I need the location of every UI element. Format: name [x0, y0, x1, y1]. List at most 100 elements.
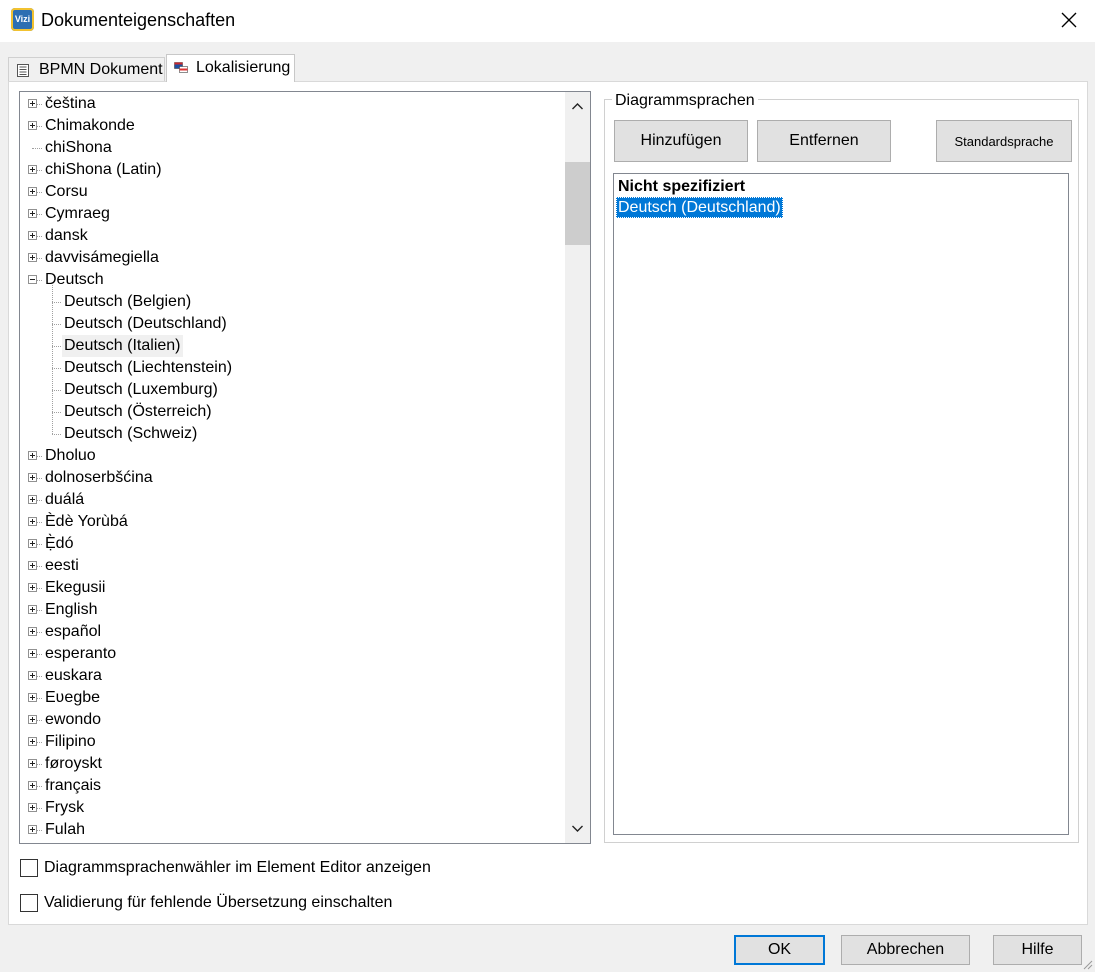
- tree-item-label: Chimakonde: [45, 117, 135, 134]
- tree-item[interactable]: Filipino: [20, 731, 560, 753]
- expand-plus-icon[interactable]: [28, 231, 37, 240]
- expand-plus-icon[interactable]: [28, 495, 37, 504]
- tree-child-item[interactable]: Deutsch (Liechtenstein): [20, 357, 560, 379]
- tree-connector: [37, 236, 42, 237]
- tree-item[interactable]: chiShona: [20, 137, 560, 159]
- app-logo-icon: Vizi: [11, 8, 34, 31]
- tab-lokalisierung[interactable]: Lokalisierung: [166, 54, 295, 82]
- tree-item[interactable]: chiShona (Latin): [20, 159, 560, 181]
- language-tree[interactable]: čeština Chimakonde chiShona chiShona (Latin…: [19, 91, 591, 844]
- collapse-minus-icon[interactable]: [28, 275, 37, 284]
- ok-button[interactable]: OK: [734, 935, 825, 965]
- tree-branch-line: [52, 285, 53, 434]
- tree-item[interactable]: español: [20, 621, 560, 643]
- expand-plus-icon[interactable]: [28, 649, 37, 658]
- cancel-button[interactable]: Abbrechen: [841, 935, 970, 965]
- tree-item-label: Deutsch (Österreich): [64, 403, 212, 420]
- show-selector-checkbox[interactable]: [20, 859, 38, 877]
- tab-bpmn-dokument[interactable]: BPMN Dokument: [8, 57, 165, 82]
- tree-connector: [37, 632, 42, 633]
- list-item-selected[interactable]: Deutsch (Deutschland): [616, 197, 783, 218]
- expand-plus-icon[interactable]: [28, 605, 37, 614]
- tree-item-label: Deutsch (Italien): [62, 335, 183, 357]
- tree-item[interactable]: esperanto: [20, 643, 560, 665]
- tree-item[interactable]: føroyskt: [20, 753, 560, 775]
- expand-plus-icon[interactable]: [28, 253, 37, 262]
- tree-child-item[interactable]: Deutsch (Italien): [20, 335, 560, 357]
- tree-item[interactable]: euskara: [20, 665, 560, 687]
- tree-connector: [37, 566, 42, 567]
- tree-item[interactable]: English: [20, 599, 560, 621]
- tree-item-label: español: [45, 623, 102, 640]
- expand-plus-icon[interactable]: [28, 627, 37, 636]
- tree-item[interactable]: Chimakonde: [20, 115, 560, 137]
- tree-item[interactable]: Ẹ̀dó: [20, 533, 560, 555]
- expand-plus-icon[interactable]: [28, 187, 37, 196]
- tree-item[interactable]: dansk: [20, 225, 560, 247]
- expand-plus-icon[interactable]: [28, 451, 37, 460]
- tree-item[interactable]: ewondo: [20, 709, 560, 731]
- expand-plus-icon[interactable]: [28, 99, 37, 108]
- tree-connector: [37, 214, 42, 215]
- expand-plus-icon[interactable]: [28, 517, 37, 526]
- tree-item[interactable]: duálá: [20, 489, 560, 511]
- tree-connector: [37, 500, 42, 501]
- tree-child-item[interactable]: Deutsch (Deutschland): [20, 313, 560, 335]
- scroll-up-icon[interactable]: [565, 94, 590, 119]
- expand-plus-icon[interactable]: [28, 803, 37, 812]
- list-item[interactable]: Nicht spezifiziert: [616, 176, 747, 197]
- tree-item[interactable]: Èdè Yorùbá: [20, 511, 560, 533]
- remove-language-button[interactable]: Entfernen: [757, 120, 891, 162]
- expand-plus-icon[interactable]: [28, 715, 37, 724]
- tree-item[interactable]: Dholuo: [20, 445, 560, 467]
- expand-plus-icon[interactable]: [28, 737, 37, 746]
- tree-item[interactable]: Corsu: [20, 181, 560, 203]
- tree-item[interactable]: eesti: [20, 555, 560, 577]
- tree-item[interactable]: davvisámegiella: [20, 247, 560, 269]
- validation-checkbox[interactable]: [20, 894, 38, 912]
- tree-connector: [37, 698, 42, 699]
- vertical-scrollbar[interactable]: [565, 92, 590, 843]
- tree-child-item[interactable]: Deutsch (Belgien): [20, 291, 560, 313]
- expand-plus-icon[interactable]: [28, 209, 37, 218]
- expand-plus-icon[interactable]: [28, 121, 37, 130]
- scrollbar-thumb[interactable]: [565, 162, 590, 245]
- expand-plus-icon[interactable]: [28, 561, 37, 570]
- tree-item[interactable]: français: [20, 775, 560, 797]
- flags-icon: [174, 62, 188, 73]
- resize-grip-icon[interactable]: [1081, 958, 1093, 970]
- expand-plus-icon[interactable]: [28, 825, 37, 834]
- tree-item[interactable]: Fulah: [20, 819, 560, 841]
- close-icon[interactable]: [1057, 8, 1081, 32]
- tree-item[interactable]: Cymraeg: [20, 203, 560, 225]
- tree-child-item[interactable]: Deutsch (Luxemburg): [20, 379, 560, 401]
- expand-plus-icon[interactable]: [28, 693, 37, 702]
- expand-plus-icon[interactable]: [28, 759, 37, 768]
- tree-item[interactable]: Eʋegbe: [20, 687, 560, 709]
- diagram-language-list[interactable]: Nicht spezifiziert Deutsch (Deutschland): [613, 173, 1069, 835]
- tree-item-label: Deutsch (Luxemburg): [64, 381, 218, 398]
- tree-child-item[interactable]: Deutsch (Österreich): [20, 401, 560, 423]
- tree-connector: [52, 302, 61, 303]
- window-title: Dokumenteigenschaften: [41, 10, 236, 30]
- expand-plus-icon[interactable]: [28, 583, 37, 592]
- tree-item[interactable]: dolnoserbšćina: [20, 467, 560, 489]
- tree-item[interactable]: Deutsch: [20, 269, 560, 291]
- expand-plus-icon[interactable]: [28, 165, 37, 174]
- help-button[interactable]: Hilfe: [993, 935, 1082, 965]
- tree-child-item[interactable]: Deutsch (Schweiz): [20, 423, 560, 445]
- tree-item[interactable]: čeština: [20, 93, 560, 115]
- tab-label: Lokalisierung: [196, 59, 291, 76]
- expand-plus-icon[interactable]: [28, 671, 37, 680]
- add-language-button[interactable]: Hinzufügen: [614, 120, 748, 162]
- expand-plus-icon[interactable]: [28, 473, 37, 482]
- expand-plus-icon[interactable]: [28, 539, 37, 548]
- tree-item[interactable]: Ekegusii: [20, 577, 560, 599]
- diagram-languages-title: Diagrammsprachen: [612, 92, 758, 110]
- expand-plus-icon[interactable]: [28, 781, 37, 790]
- tree-item-label: čeština: [45, 95, 96, 112]
- tree-item[interactable]: Frysk: [20, 797, 560, 819]
- tree-connector: [37, 720, 42, 721]
- scroll-down-icon[interactable]: [565, 816, 590, 841]
- default-language-button[interactable]: Standardsprache: [936, 120, 1072, 162]
